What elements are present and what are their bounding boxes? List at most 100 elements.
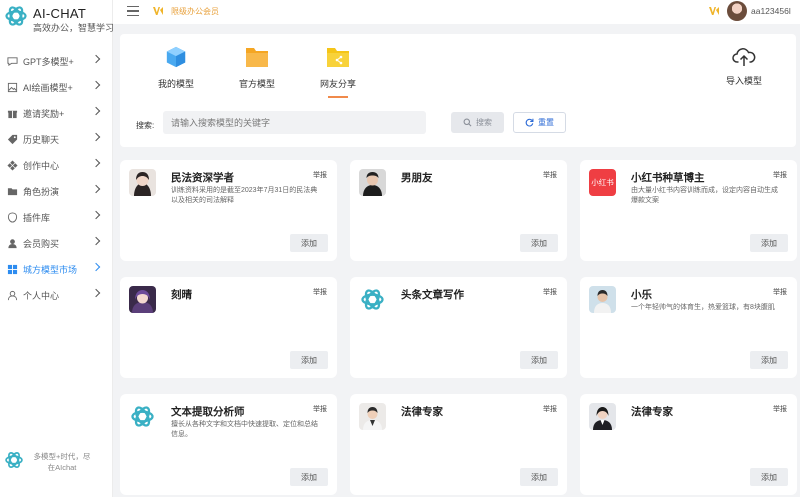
model-name: 男朋友 <box>401 172 433 184</box>
cube-icon <box>166 46 186 68</box>
app-logo[interactable]: AI-CHAT 高效办公，智慧学习 <box>4 4 114 34</box>
chevron-right-icon <box>91 80 101 90</box>
menu-toggle-icon[interactable] <box>127 6 139 16</box>
openai-logo-icon <box>5 6 27 26</box>
model-avatar: 小红书 <box>589 169 616 196</box>
add-model-button[interactable]: 添加 <box>750 468 788 486</box>
sidebar-item-membership[interactable]: 会员购买 <box>0 230 113 256</box>
refresh-icon <box>525 118 534 127</box>
search-icon <box>463 118 472 127</box>
cloud-upload-icon <box>732 48 756 66</box>
add-model-button[interactable]: 添加 <box>290 234 328 252</box>
model-avatar <box>129 169 156 196</box>
sidebar-item-gpt[interactable]: GPT多模型+ <box>0 48 113 74</box>
sidebar-item-profile[interactable]: 个人中心 <box>0 282 113 308</box>
model-card[interactable]: 法律专家 举报 添加 <box>580 394 797 495</box>
model-name: 法律专家 <box>631 406 673 418</box>
tab-label: 官方模型 <box>238 79 275 89</box>
sidebar-item-label: GPT多模型+ <box>23 56 74 67</box>
vip-text[interactable]: 限级办公会员 <box>171 6 219 17</box>
add-model-button[interactable]: 添加 <box>750 351 788 369</box>
model-name: 民法资深学者 <box>171 172 234 184</box>
model-card[interactable]: 男朋友 举报 添加 <box>350 160 567 261</box>
search-label: 搜索: <box>136 121 155 130</box>
sidebar-item-history[interactable]: 历史聊天 <box>0 126 113 152</box>
plugin-icon <box>7 211 18 223</box>
tab-community-share[interactable]: 网友分享 <box>308 46 368 98</box>
sidebar-item-market[interactable]: 城方模型市场 <box>0 256 113 282</box>
report-link[interactable]: 举报 <box>773 287 787 297</box>
sidebar-item-roleplay[interactable]: 角色扮演 <box>0 178 113 204</box>
model-card[interactable]: 法律专家 举报 添加 <box>350 394 567 495</box>
import-model-button[interactable]: 导入模型 <box>714 46 774 87</box>
model-avatar <box>129 286 156 313</box>
report-link[interactable]: 举报 <box>543 170 557 180</box>
grid-icon <box>7 159 18 171</box>
reset-button-label: 重置 <box>538 118 554 127</box>
report-link[interactable]: 举报 <box>313 287 327 297</box>
model-card[interactable]: 头条文章写作 举报 添加 <box>350 277 567 378</box>
sidebar-item-label: 插件库 <box>23 212 51 223</box>
report-link[interactable]: 举报 <box>773 170 787 180</box>
model-card[interactable]: 文本提取分析师 举报 擅长从各种文字和文档中快速提取、定位和总结信息。 添加 <box>120 394 337 495</box>
folder-icon <box>246 48 268 67</box>
sidebar-item-label: 会员购买 <box>23 238 60 249</box>
chevron-right-icon <box>91 262 101 272</box>
sidebar-item-label: 创作中心 <box>23 160 60 171</box>
model-name: 刻晴 <box>171 289 192 301</box>
vip-badge-icon[interactable] <box>708 5 720 17</box>
report-link[interactable]: 举报 <box>313 170 327 180</box>
add-model-button[interactable]: 添加 <box>290 351 328 369</box>
sidebar-item-label: 个人中心 <box>23 290 60 301</box>
search-button[interactable]: 搜索 <box>451 112 504 133</box>
tab-official-models[interactable]: 官方模型 <box>227 46 287 90</box>
model-card[interactable]: 小红书 小红书种草博主 举报 由大量小红书内容训练而成，设定内容自动生成爆款文案… <box>580 160 797 261</box>
add-model-button[interactable]: 添加 <box>750 234 788 252</box>
sidebar-item-invite[interactable]: 邀请奖励+ <box>0 100 113 126</box>
model-avatar <box>359 403 386 430</box>
model-name: 头条文章写作 <box>401 289 464 301</box>
sidebar-item-create[interactable]: 创作中心 <box>0 152 113 178</box>
chevron-right-icon <box>91 184 101 194</box>
report-link[interactable]: 举报 <box>313 404 327 414</box>
import-label: 导入模型 <box>725 76 762 86</box>
sidebar-item-label: 邀请奖励+ <box>23 108 65 119</box>
model-card[interactable]: 民法资深学者 举报 训练资料采用的是截至2023年7月31日的民法典以及相关的司… <box>120 160 337 261</box>
report-link[interactable]: 举报 <box>543 287 557 297</box>
chevron-right-icon <box>91 210 101 220</box>
reset-button[interactable]: 重置 <box>513 112 566 133</box>
model-card[interactable]: 小乐 举报 一个年轻帅气的体育生，热爱篮球，有8块腹肌 添加 <box>580 277 797 378</box>
sidebar-item-label: 城方模型市场 <box>23 264 78 275</box>
add-model-button[interactable]: 添加 <box>520 468 558 486</box>
app-title: AI-CHAT <box>33 6 87 21</box>
user-avatar[interactable] <box>727 1 747 21</box>
sidebar-item-label: 角色扮演 <box>23 186 60 197</box>
share-folder-icon <box>327 48 349 67</box>
add-model-button[interactable]: 添加 <box>520 351 558 369</box>
tab-my-models[interactable]: 我的模型 <box>146 46 206 90</box>
tab-label: 我的模型 <box>157 79 194 89</box>
sidebar-item-ai-draw[interactable]: AI绘画模型+ <box>0 74 113 100</box>
username[interactable]: aa123456l <box>751 6 791 16</box>
chevron-right-icon <box>91 54 101 64</box>
xiaohongshu-logo: 小红书 <box>589 169 616 196</box>
model-description: 一个年轻帅气的体育生，热爱篮球，有8块腹肌 <box>631 304 775 311</box>
tag-icon <box>7 134 18 144</box>
model-card[interactable]: 刻晴 举报 添加 <box>120 277 337 378</box>
topbar: 限级办公会员 aa123456l <box>113 0 800 24</box>
model-avatar <box>359 286 386 313</box>
footer-slogan: 多模型+时代，尽在AIchat <box>33 452 91 472</box>
sidebar-menu: GPT多模型+ AI绘画模型+ 邀请奖励+ 历史聊天 创作中心 角色扮演 插件库… <box>0 48 113 308</box>
folder-icon <box>7 187 18 195</box>
chevron-right-icon <box>91 132 101 142</box>
model-name: 文本提取分析师 <box>171 406 245 418</box>
model-name: 小乐 <box>631 289 652 301</box>
sidebar-item-label: AI绘画模型+ <box>23 82 73 93</box>
report-link[interactable]: 举报 <box>543 404 557 414</box>
report-link[interactable]: 举报 <box>773 404 787 414</box>
sidebar-item-plugins[interactable]: 插件库 <box>0 204 113 230</box>
add-model-button[interactable]: 添加 <box>290 468 328 486</box>
add-model-button[interactable]: 添加 <box>520 234 558 252</box>
search-input[interactable] <box>163 111 426 134</box>
vip-badge-icon <box>153 7 163 15</box>
